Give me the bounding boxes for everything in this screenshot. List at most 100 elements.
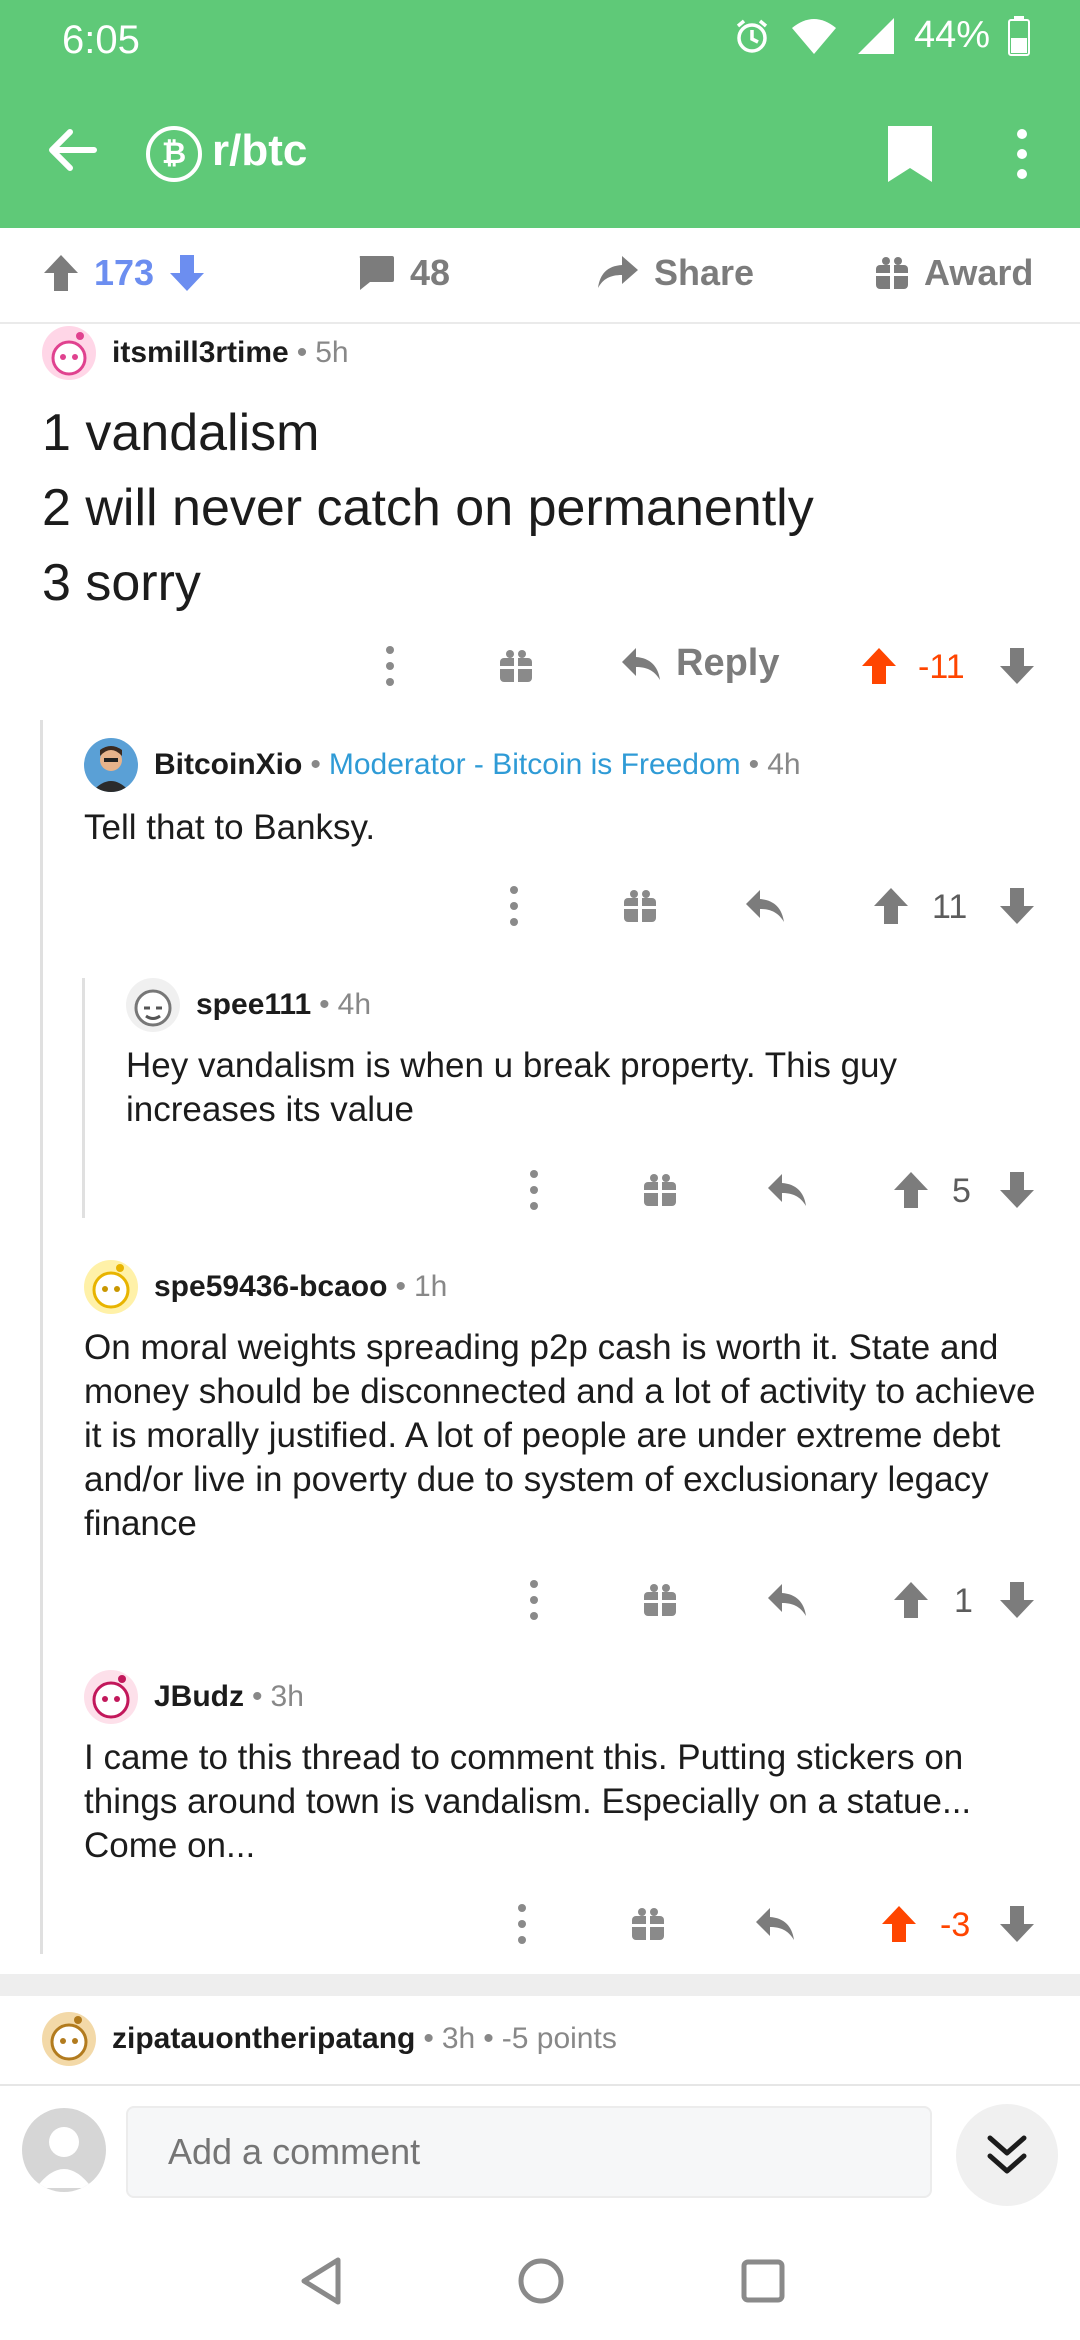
comment: JBudz • 3h I came to this thread to comm… [84,1670,1044,1868]
status-time: 6:05 [62,18,140,62]
app-header: 6:05 44% ₿ r/btc [0,0,1080,228]
thread-line[interactable] [82,978,85,1218]
comment-line: 1 vandalism [42,404,320,462]
gift-icon[interactable] [642,1172,678,1208]
post-action-bar: 173 48 Share Award [0,228,1080,324]
award-button[interactable]: Award [874,252,1033,294]
comment: spe59436-bcaoo • 1h On moral weights spr… [84,1260,1044,1546]
comment-body: I came to this thread to comment this. P… [84,1738,972,1865]
comment-points: -5 points [501,2022,617,2055]
next-comment-button[interactable] [956,2104,1058,2206]
comment-age: 5h [315,336,349,369]
reply-icon[interactable] [744,888,786,924]
reply-label: Reply [676,642,780,684]
gift-icon[interactable] [630,1906,666,1942]
snoo-avatar-icon [50,2016,88,2061]
double-chevron-down-icon [987,2135,1027,2174]
upvote-icon[interactable] [880,1904,918,1944]
overflow-menu-icon[interactable] [1002,124,1042,184]
comment: spee111 • 4h Hey vandalism is when u bre… [126,978,1046,1132]
upvote-icon[interactable] [892,1170,930,1210]
comment-age: 4h [767,748,801,781]
comment-author[interactable]: BitcoinXio [154,748,302,782]
avatar[interactable] [42,326,96,380]
post-score: 173 [94,252,155,293]
default-avatar-icon [36,2127,92,2188]
alarm-icon [736,19,768,53]
nav-recents-icon[interactable] [736,2254,790,2308]
battery-percent: 44% [913,14,990,56]
gift-icon[interactable] [498,648,534,684]
snoo-avatar-icon [92,1675,130,1719]
reply-icon [622,647,660,680]
upvote-icon[interactable] [860,646,898,686]
thread-line[interactable] [40,720,43,1954]
comment-author[interactable]: zipatauontheripatang [112,2022,415,2056]
share-button[interactable]: Share [596,252,754,294]
award-label: Award [924,252,1034,293]
downvote-icon[interactable] [998,1904,1036,1944]
avatar[interactable] [84,738,138,792]
comment-line: 2 will never catch on permanently [42,479,814,537]
gift-icon[interactable] [642,1582,678,1618]
more-options-icon[interactable] [526,1168,542,1212]
upvote-icon[interactable] [42,253,80,293]
add-comment-input[interactable] [126,2106,932,2198]
comment-age: 3h [270,1680,304,1713]
comment-author[interactable]: spee111 [196,988,311,1022]
share-icon [598,256,638,288]
separator: • [310,748,321,781]
comment-body: Hey vandalism is when u break property. … [126,1046,898,1129]
more-options-icon[interactable] [506,884,522,928]
separator: • [423,2022,434,2055]
downvote-icon[interactable] [168,253,206,293]
downvote-icon[interactable] [998,886,1036,926]
separator: • [319,988,330,1021]
wifi-icon [791,18,836,54]
downvote-icon[interactable] [998,1580,1036,1620]
reply-icon[interactable] [766,1172,808,1208]
back-arrow-icon[interactable] [42,120,102,180]
snoo-avatar-icon [92,1264,130,1309]
reply-icon[interactable] [766,1582,808,1618]
avatar[interactable] [42,2012,96,2066]
comment-score: -11 [918,648,965,686]
comment-meta: spee111 • 4h [126,978,1046,1032]
gift-icon[interactable] [622,888,658,924]
comments-button[interactable]: 48 [356,252,450,294]
nav-home-icon[interactable] [514,2254,568,2308]
comment-age: 4h [337,988,372,1021]
subreddit-title[interactable]: r/btc [212,126,307,176]
comment-score: 1 [954,1582,973,1620]
avatar[interactable] [84,1260,138,1314]
comment-meta: BitcoinXio • Moderator - Bitcoin is Free… [84,738,1044,792]
avatar[interactable] [84,1670,138,1724]
collapsed-comment[interactable]: zipatauontheripatang • 3h • -5 points [42,2012,1042,2066]
system-navigation-bar [0,2216,1080,2340]
user-avatar[interactable] [22,2108,106,2192]
comment-count: 48 [410,252,451,293]
comment-author[interactable]: spe59436-bcaoo [154,1270,387,1304]
upvote-icon[interactable] [892,1580,930,1620]
more-options-icon[interactable] [514,1902,530,1946]
comment-author[interactable]: JBudz [154,1680,244,1714]
avatar[interactable] [126,978,180,1032]
gift-icon [876,257,908,289]
comment-author[interactable]: itsmill3rtime [112,336,289,370]
more-options-icon[interactable] [526,1578,542,1622]
downvote-icon[interactable] [998,1170,1036,1210]
status-icons: 44% [732,14,1030,57]
downvote-icon[interactable] [998,646,1036,686]
comment-meta: spe59436-bcaoo • 1h [84,1260,1044,1314]
reply-button[interactable]: Reply [620,642,779,685]
upvote-icon[interactable] [872,886,910,926]
subreddit-icon[interactable]: ₿ [146,126,202,182]
comment-meta: zipatauontheripatang • 3h • -5 points [42,2012,1042,2066]
reply-icon[interactable] [754,1906,796,1942]
bookmark-icon[interactable] [884,124,936,184]
user-photo-icon [92,746,130,792]
app-bar: ₿ r/btc [0,100,1080,210]
snoo-avatar-icon [51,332,87,376]
more-options-icon[interactable] [382,644,398,688]
nav-back-icon[interactable] [294,2254,348,2308]
